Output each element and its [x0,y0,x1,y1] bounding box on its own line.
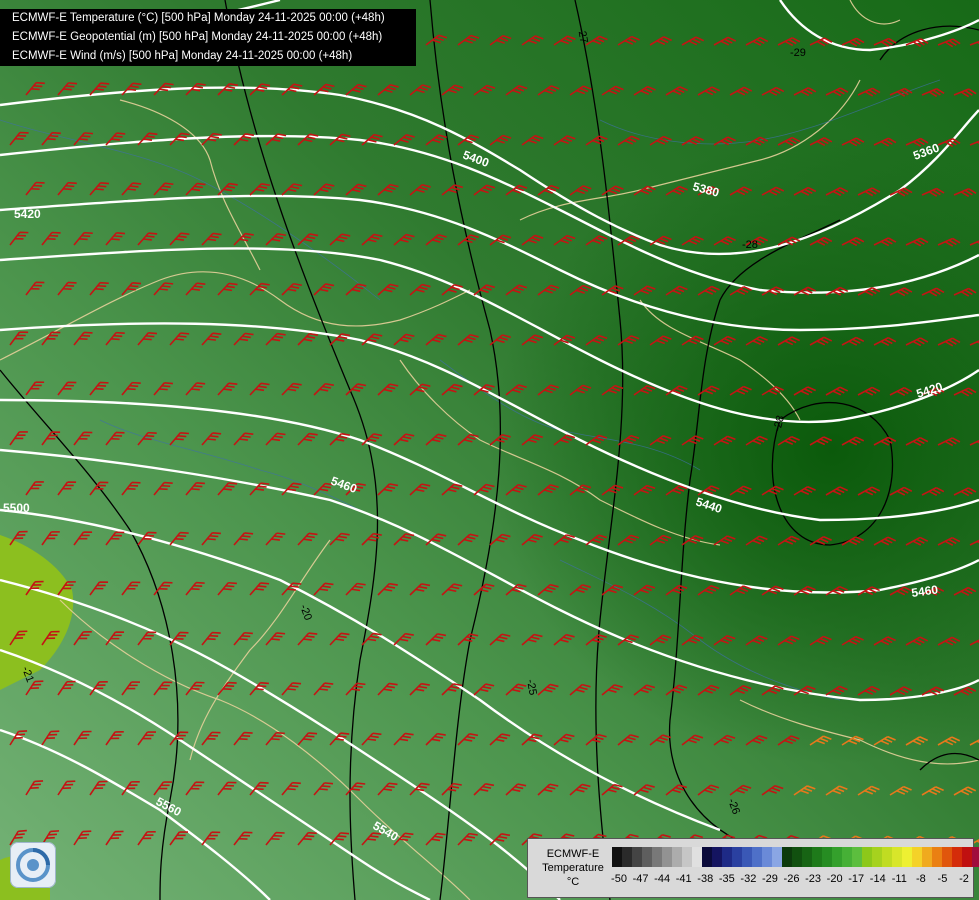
header-wind: ECMWF-E Wind (m/s) [500 hPa] Monday 24-1… [12,50,353,62]
legend-tick: -44 [654,873,671,885]
temperature-legend: ECMWF-E Temperature °C -50 -47 -44 -41 -38 -3… [527,838,979,898]
legend-model: ECMWF-E [546,848,600,860]
legend-swatch [822,847,832,867]
legend-tick: -23 [805,873,822,885]
legend-swatch [622,847,632,867]
legend-tick: -17 [848,873,865,885]
legend-swatch [802,847,812,867]
legend-tick: -5 [937,873,948,885]
legend-swatch [662,847,672,867]
legend-swatch [642,847,652,867]
legend-swatch [942,847,952,867]
legend-swatch [852,847,862,867]
legend-tick: -20 [826,873,843,885]
legend-swatch [772,847,782,867]
legend-tick: -14 [869,873,886,885]
legend-swatch [762,847,772,867]
legend-tick: -29 [761,873,778,885]
legend-tick: -32 [740,873,757,885]
legend-swatch [612,847,622,867]
legend-swatch [832,847,842,867]
legend-swatch [842,847,852,867]
temperature-label: -29 [790,47,806,59]
geopotential-label: 5500 [3,501,30,515]
legend-swatch [912,847,922,867]
legend-swatch [812,847,822,867]
legend-swatch [732,847,742,867]
legend-variable: Temperature [542,862,604,874]
temperature-label: -28 [742,239,758,251]
weather-map[interactable]: 5420 5400 5380 5360 5420 5440 5460 5500 … [0,0,979,900]
legend-swatch [952,847,962,867]
legend-swatch [922,847,932,867]
legend-swatch [782,847,792,867]
header-temperature: ECMWF-E Temperature (°C) [500 hPa] Monda… [12,12,385,24]
legend-swatch [702,847,712,867]
legend-tick: -50 [611,873,627,885]
legend-swatch [902,847,912,867]
legend-tick: -38 [697,873,714,885]
legend-swatch [862,847,872,867]
legend-tick: -2 [959,873,969,885]
logo-icon [10,842,56,888]
legend-swatch [872,847,882,867]
color-scale-ticks: -50 -47 -44 -41 -38 -35 -32 -29 -26 -23 -20 -17 -14-… [611,873,972,887]
legend-swatch [742,847,752,867]
legend-unit: °C [566,876,580,888]
legend-swatch [722,847,732,867]
map-stage: 5420 5400 5380 5360 5420 5440 5460 5500 … [0,0,979,900]
map-header: ECMWF-E Temperature (°C) [500 hPa] Monda… [0,9,416,66]
legend-tick: -8 [915,873,926,885]
legend-tick: -35 [718,873,735,885]
legend-swatch [932,847,942,867]
legend-swatch [712,847,722,867]
legend-tick: -26 [783,873,800,885]
legend-swatch [972,847,979,867]
legend-swatch [882,847,892,867]
legend-swatch [672,847,682,867]
legend-swatch [682,847,692,867]
legend-tick: -11 [891,873,907,885]
legend-swatch [632,847,642,867]
legend-tick: -47 [632,873,649,885]
legend-swatch [652,847,662,867]
legend-swatch [752,847,762,867]
header-geopotential: ECMWF-E Geopotential (m) [500 hPa] Monda… [12,31,383,43]
legend-swatch [792,847,802,867]
color-scale [612,847,979,867]
legend-swatch [962,847,972,867]
legend-tick: -41 [675,873,692,885]
legend-swatch [892,847,902,867]
geopotential-label: 5420 [14,207,41,221]
legend-swatch [692,847,702,867]
